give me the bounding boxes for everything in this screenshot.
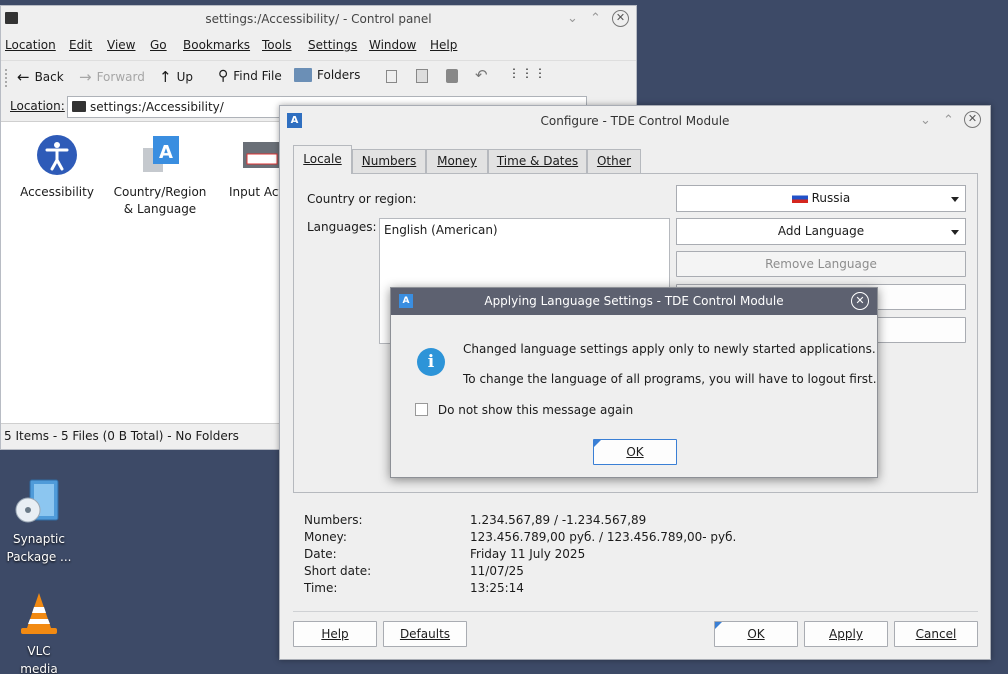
russia-flag-icon bbox=[791, 192, 808, 203]
menu-view[interactable]: View bbox=[107, 38, 135, 52]
close-icon[interactable]: ✕ bbox=[851, 292, 869, 310]
remove-language-button[interactable]: Remove Language bbox=[676, 251, 966, 277]
file-item-accessibility[interactable]: Accessibility bbox=[2, 134, 112, 201]
menu-edit[interactable]: Edit bbox=[69, 38, 92, 52]
window-title: settings:/Accessibility/ - Control panel bbox=[205, 12, 432, 26]
menu-location[interactable]: Location bbox=[5, 38, 56, 52]
alert-ok-button[interactable]: OK bbox=[593, 439, 677, 465]
tab-time-dates[interactable]: Time & Dates bbox=[488, 149, 587, 173]
menu-go[interactable]: Go bbox=[150, 38, 167, 52]
chevron-down-icon bbox=[951, 230, 959, 235]
paste-icon[interactable] bbox=[416, 69, 428, 83]
folder-icon bbox=[294, 68, 312, 82]
preview-value: 13:25:14 bbox=[470, 581, 524, 595]
preview-label: Numbers: bbox=[304, 513, 363, 527]
file-manager-titlebar: settings:/Accessibility/ - Control panel… bbox=[1, 6, 636, 32]
language-alert-dialog: A Applying Language Settings - TDE Contr… bbox=[390, 287, 878, 478]
help-button[interactable]: Help bbox=[293, 621, 377, 647]
svg-text:A: A bbox=[159, 142, 173, 163]
toolbar-handle bbox=[5, 69, 7, 87]
back-arrow-icon: ← bbox=[17, 68, 30, 86]
minimize-icon[interactable]: ⌄ bbox=[567, 6, 578, 32]
folder-icon bbox=[72, 101, 86, 112]
up-arrow-icon: ↑ bbox=[159, 68, 172, 86]
preview-value: 123.456.789,00 руб. / 123.456.789,00- ру… bbox=[470, 530, 737, 544]
desktop-icon-label: Synaptic Package ... bbox=[6, 532, 72, 564]
preview-label: Short date: bbox=[304, 564, 372, 578]
file-item-country-region-language[interactable]: A Country/Region & Language bbox=[105, 134, 215, 218]
keyboard-icon bbox=[243, 142, 279, 168]
accessibility-icon bbox=[37, 135, 77, 175]
list-item[interactable]: English (American) bbox=[384, 223, 665, 237]
synaptic-package-icon bbox=[15, 479, 59, 523]
alert-message-line2: To change the language of all programs, … bbox=[463, 372, 877, 386]
tab-numbers[interactable]: Numbers bbox=[352, 149, 426, 173]
tab-money[interactable]: Money bbox=[426, 149, 488, 173]
country-select[interactable]: Russia bbox=[676, 185, 966, 212]
dialog-title: Configure - TDE Control Module bbox=[540, 114, 730, 128]
tde-app-icon: A bbox=[287, 113, 302, 128]
divider bbox=[293, 611, 978, 612]
alert-title: Applying Language Settings - TDE Control… bbox=[484, 294, 784, 308]
info-icon: i bbox=[417, 348, 445, 376]
menu-bar: Location Edit View Go Bookmarks Tools Se… bbox=[1, 32, 636, 60]
close-icon[interactable]: ✕ bbox=[612, 10, 629, 27]
desktop-icon-synaptic[interactable]: Synaptic Package ... bbox=[0, 476, 78, 566]
trash-icon[interactable] bbox=[446, 69, 458, 83]
location-label: Location: bbox=[10, 99, 65, 113]
toolbar: ← Back → Forward ↑ Up ⚲ Find File Folder… bbox=[1, 60, 636, 92]
configure-titlebar: A Configure - TDE Control Module ⌄ ⌃ ✕ bbox=[280, 106, 990, 136]
up-button[interactable]: ↑ Up bbox=[159, 68, 193, 86]
ok-button[interactable]: OK bbox=[714, 621, 798, 647]
copy-icon[interactable] bbox=[386, 70, 397, 83]
defaults-button[interactable]: Defaults bbox=[383, 621, 467, 647]
preview-value: 1.234.567,89 / -1.234.567,89 bbox=[470, 513, 647, 527]
alert-titlebar: A Applying Language Settings - TDE Contr… bbox=[391, 288, 877, 315]
find-file-button[interactable]: ⚲ Find File bbox=[218, 68, 282, 84]
menu-tools[interactable]: Tools bbox=[262, 38, 292, 52]
folders-button[interactable]: Folders bbox=[294, 68, 360, 82]
app-window-icon bbox=[5, 12, 18, 24]
menu-window[interactable]: Window bbox=[369, 38, 416, 52]
close-icon[interactable]: ✕ bbox=[964, 111, 981, 128]
preview-label: Date: bbox=[304, 547, 337, 561]
preview-value: Friday 11 July 2025 bbox=[470, 547, 586, 561]
chevron-down-icon bbox=[951, 197, 959, 202]
undo-icon[interactable]: ↶ bbox=[475, 66, 488, 84]
maximize-icon[interactable]: ⌃ bbox=[590, 6, 601, 32]
search-icon: ⚲ bbox=[218, 68, 229, 84]
preview-label: Money: bbox=[304, 530, 347, 544]
vlc-cone-icon bbox=[21, 593, 57, 634]
tde-app-icon: A bbox=[399, 294, 413, 308]
alert-message-line1: Changed language settings apply only to … bbox=[463, 342, 876, 356]
desktop-icon-vlc[interactable]: VLC media pl... bbox=[0, 590, 78, 674]
preview-label: Time: bbox=[304, 581, 338, 595]
country-label: Country or region: bbox=[307, 192, 417, 206]
desktop-icon-label: VLC media pl... bbox=[20, 644, 58, 674]
menu-bookmarks[interactable]: Bookmarks bbox=[183, 38, 250, 52]
forward-arrow-icon: → bbox=[79, 68, 92, 86]
back-button[interactable]: ← Back bbox=[17, 68, 64, 86]
maximize-icon[interactable]: ⌃ bbox=[943, 106, 954, 136]
do-not-show-checkbox-row[interactable]: Do not show this message again bbox=[415, 403, 633, 417]
forward-button[interactable]: → Forward bbox=[79, 68, 145, 86]
menu-help[interactable]: Help bbox=[430, 38, 457, 52]
menu-settings[interactable]: Settings bbox=[308, 38, 357, 52]
tab-other[interactable]: Other bbox=[587, 149, 641, 173]
language-icon: A bbox=[143, 136, 179, 172]
cancel-button[interactable]: Cancel bbox=[894, 621, 978, 647]
minimize-icon[interactable]: ⌄ bbox=[920, 106, 931, 136]
apply-button[interactable]: Apply bbox=[804, 621, 888, 647]
tab-locale[interactable]: Locale bbox=[293, 145, 352, 174]
file-item-input-actions[interactable]: Input Act bbox=[209, 134, 279, 201]
checkbox[interactable] bbox=[415, 403, 428, 416]
view-mode-icon[interactable]: ⋮⋮⋮ bbox=[508, 66, 547, 80]
add-language-select[interactable]: Add Language bbox=[676, 218, 966, 245]
languages-label: Languages: bbox=[307, 220, 377, 234]
preview-value: 11/07/25 bbox=[470, 564, 524, 578]
